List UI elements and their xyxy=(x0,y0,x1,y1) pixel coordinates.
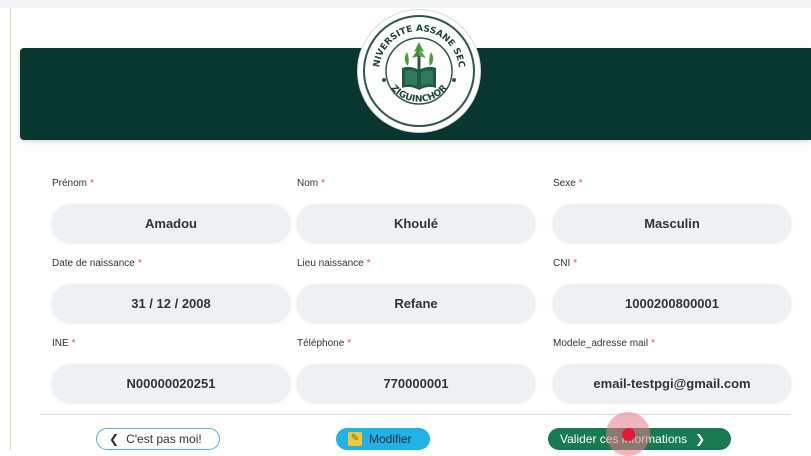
field-label: Sexe * xyxy=(553,178,583,189)
field-sexe: Sexe * Masculin xyxy=(553,178,791,242)
field-telephone: Téléphone * 770000001 xyxy=(297,338,535,402)
university-seal-icon: UNIVERSITE ASSANE SECK ZIGUINCHOR xyxy=(358,10,477,129)
field-lieu-naissance: Lieu naissance * Refane xyxy=(297,258,535,322)
required-marker: * xyxy=(651,338,655,349)
cni-input[interactable]: 1000200800001 xyxy=(553,284,791,322)
field-label: Nom * xyxy=(297,178,326,189)
required-marker: * xyxy=(321,178,326,189)
required-marker: * xyxy=(366,258,371,269)
sexe-input[interactable]: Masculin xyxy=(553,204,791,242)
field-label: Modele_adresse mail * xyxy=(553,338,655,349)
edit-button[interactable]: ✎ Modifier xyxy=(336,428,430,450)
date-naissance-input[interactable]: 31 / 12 / 2008 xyxy=(52,284,290,322)
form-divider xyxy=(40,414,791,415)
required-marker: * xyxy=(137,258,142,269)
prenom-input[interactable]: Amadou xyxy=(52,204,290,242)
left-border xyxy=(10,8,11,450)
edit-label: Modifier xyxy=(369,432,412,446)
required-marker: * xyxy=(90,178,94,189)
required-marker: * xyxy=(578,178,583,189)
ine-input[interactable]: N00000020251 xyxy=(52,364,290,402)
not-me-button[interactable]: ❮ C'est pas moi! xyxy=(96,428,220,450)
email-input[interactable]: email-testpgi@gmail.com xyxy=(553,364,791,402)
field-email: Modele_adresse mail * email-testpgi@gmail… xyxy=(553,338,791,402)
field-prenom: Prénom * Amadou xyxy=(52,178,290,242)
field-label: Prénom * xyxy=(52,178,94,189)
pencil-icon: ✎ xyxy=(348,432,362,446)
required-marker: * xyxy=(347,338,352,349)
click-indicator xyxy=(606,412,650,456)
field-cni: CNI * 1000200800001 xyxy=(553,258,791,322)
telephone-input[interactable]: 770000001 xyxy=(297,364,535,402)
required-marker: * xyxy=(71,338,76,349)
required-marker: * xyxy=(573,258,578,269)
lieu-naissance-input[interactable]: Refane xyxy=(297,284,535,322)
nom-input[interactable]: Khoulé xyxy=(297,204,535,242)
field-label: Date de naissance * xyxy=(52,258,142,269)
university-logo: UNIVERSITE ASSANE SECK ZIGUINCHOR xyxy=(358,10,480,132)
field-label: Téléphone * xyxy=(297,338,352,349)
field-label: Lieu naissance * xyxy=(297,258,371,269)
field-label: INE * xyxy=(52,338,76,349)
field-nom: Nom * Khoulé xyxy=(297,178,535,242)
top-strip xyxy=(0,0,811,8)
chevron-right-icon: ❯ xyxy=(695,432,706,446)
chevron-left-icon: ❮ xyxy=(109,432,120,446)
field-date-naissance: Date de naissance * 31 / 12 / 2008 xyxy=(52,258,290,322)
not-me-label: C'est pas moi! xyxy=(126,432,202,446)
field-label: CNI * xyxy=(553,258,578,269)
field-ine: INE * N00000020251 xyxy=(52,338,290,402)
